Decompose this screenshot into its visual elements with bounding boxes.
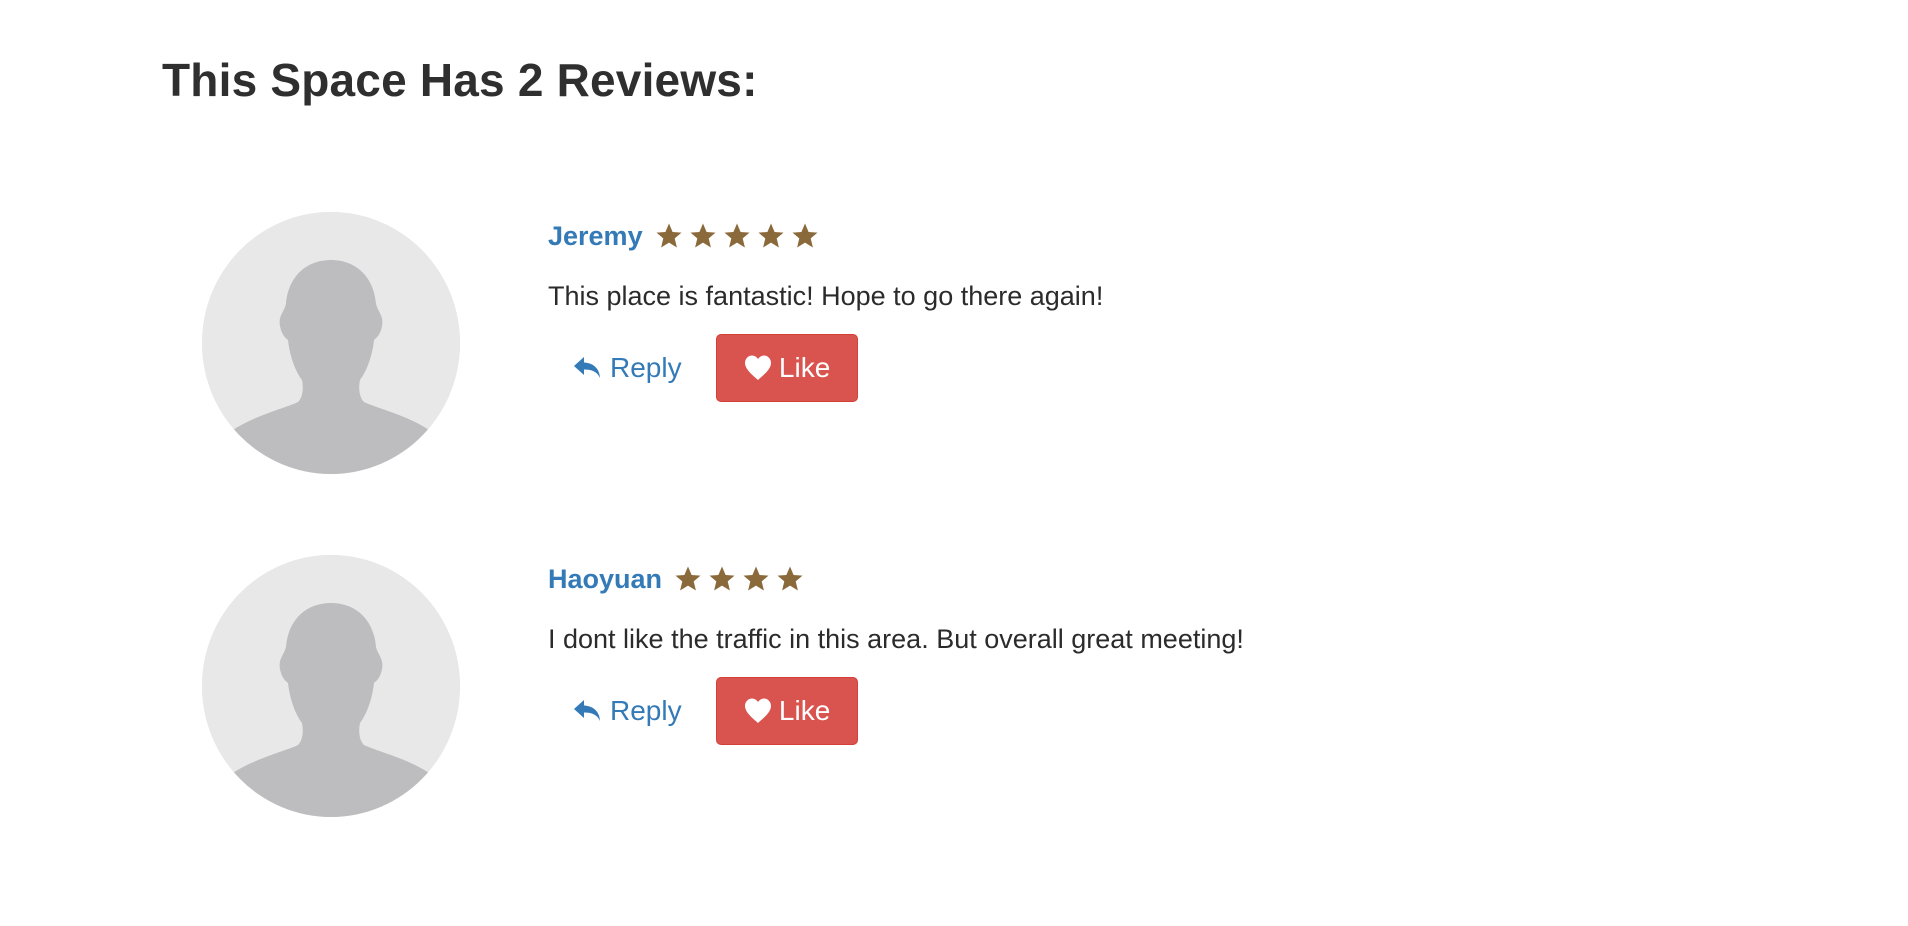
reply-label: Reply [610,695,682,726]
review-header: Haoyuan [548,559,804,599]
star-icon [655,222,683,250]
star-icon [776,565,804,593]
reply-button[interactable]: Reply [548,677,706,745]
reply-arrow-icon [572,698,602,724]
star-rating [668,565,804,593]
heart-icon [743,354,773,382]
avatar [202,212,460,474]
reviewer-name[interactable]: Jeremy [548,221,643,252]
review-text: I dont like the traffic in this area. Bu… [548,624,1244,654]
star-icon [674,565,702,593]
page-title: This Space Has 2 Reviews: [162,54,758,106]
review-item: Jeremy This place is fantastic! Hope to … [0,212,1908,482]
user-silhouette-icon [202,212,460,474]
reply-arrow-icon [572,355,602,381]
avatar [202,555,460,817]
reviewer-name[interactable]: Haoyuan [548,564,662,595]
star-icon [708,565,736,593]
like-button[interactable]: Like [715,334,858,402]
like-label: Like [778,352,831,383]
review-actions: Reply Like [548,334,858,402]
review-actions: Reply Like [548,677,858,745]
review-header: Jeremy [548,216,819,256]
star-icon [723,222,751,250]
like-button[interactable]: Like [715,677,858,745]
star-icon [757,222,785,250]
reply-label: Reply [610,352,682,383]
star-icon [689,222,717,250]
user-silhouette-icon [202,555,460,817]
review-text: This place is fantastic! Hope to go ther… [548,281,1104,311]
star-icon [791,222,819,250]
review-item: Haoyuan I dont like the traffic in this … [0,555,1908,825]
heart-icon [743,697,773,725]
star-rating [649,222,819,250]
reply-button[interactable]: Reply [548,334,706,402]
like-label: Like [778,695,831,726]
star-icon [742,565,770,593]
